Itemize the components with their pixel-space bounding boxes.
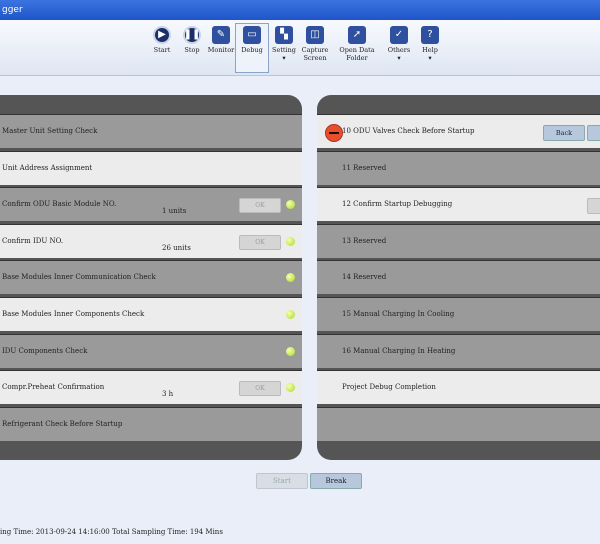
step-label: 13 Reserved xyxy=(342,236,387,245)
step-label: Confirm ODU Basic Module NO. xyxy=(2,200,117,209)
step-label: Confirm IDU NO. xyxy=(2,236,64,245)
toolbar-label: Monitor xyxy=(207,46,235,54)
left-step-row: Base Modules Inner Components Check xyxy=(0,297,302,331)
status-led-icon xyxy=(286,346,295,356)
monitor-doc-icon: ✎ xyxy=(212,26,230,44)
right-step-row: 12 Confirm Startup Debugging xyxy=(317,187,600,222)
left-step-row: Compr.Preheat Confirmation 3 h OK xyxy=(0,370,302,405)
play-icon: ▶ xyxy=(153,26,171,44)
status-led-icon xyxy=(286,310,295,319)
right-step-row: Project Debug Completion xyxy=(317,370,600,405)
right-step-row: 15 Manual Charging In Cooling xyxy=(317,297,600,331)
step-label: 14 Reserved xyxy=(342,273,387,282)
step-label: 12 Confirm Startup Debugging xyxy=(342,200,453,209)
ok-button[interactable]: OK xyxy=(239,198,281,214)
help-icon: ? xyxy=(421,26,439,44)
left-step-row: Confirm ODU Basic Module NO. 1 units OK xyxy=(0,187,302,222)
toolbar-label: Start xyxy=(153,46,171,54)
toolbar-open-data-button[interactable]: ➚ Open Data Folder xyxy=(337,24,377,84)
toolbar-debug-button[interactable]: ▭ Debug xyxy=(235,23,269,73)
step-label: IDU Components Check xyxy=(2,346,88,355)
toolbar-label: Capture Screen xyxy=(301,46,329,62)
capture-icon: ◫ xyxy=(306,26,324,44)
back-button[interactable]: Back xyxy=(543,125,585,141)
right-step-row: 10 ODU Valves Check Before Startup Back xyxy=(317,114,600,148)
window-title: gger xyxy=(2,5,23,15)
left-step-row: Base Modules Inner Communication Check xyxy=(0,260,302,295)
toolbar-label: Help ▾ xyxy=(422,46,438,62)
toolbar-start-button[interactable]: ▶ Start xyxy=(146,24,178,84)
left-step-row: Unit Address Assignment xyxy=(0,150,302,185)
next-button[interactable] xyxy=(587,125,600,141)
ok-button[interactable]: OK xyxy=(239,234,281,250)
settings-icon: ▚ xyxy=(275,26,293,44)
right-step-row: 16 Manual Charging In Heating xyxy=(317,333,600,368)
toolbar-stop-button[interactable]: ❚❚ Stop xyxy=(176,24,208,84)
toolbar-label: Setting ▾ xyxy=(272,46,296,62)
left-step-row: Confirm IDU NO. 26 units OK xyxy=(0,223,302,258)
ok-button[interactable]: OK xyxy=(239,381,281,397)
right-step-row: 13 Reserved xyxy=(317,223,600,258)
toolbar-label: Others ▾ xyxy=(387,46,411,62)
break-button[interactable]: Break xyxy=(310,473,362,489)
right-step-row: 11 Reserved xyxy=(317,150,600,185)
confirm-button[interactable] xyxy=(587,198,600,215)
step-label: 11 Reserved xyxy=(342,163,387,172)
status-led-icon xyxy=(286,273,295,283)
start-button[interactable]: Start xyxy=(256,473,308,489)
window-titlebar: gger xyxy=(0,0,600,20)
toolbar-label: Stop xyxy=(184,46,200,54)
stop-indicator-icon xyxy=(325,124,343,142)
left-debug-panel: Master Unit Setting Check Unit Address As… xyxy=(0,95,302,460)
left-step-row: Refrigerant Check Before Startup xyxy=(0,406,302,441)
status-bar-text: ing Time: 2013-09-24 14:16:00 Total Samp… xyxy=(0,528,223,536)
step-label: Project Debug Completion xyxy=(342,383,436,392)
toolbar-others-button[interactable]: ✓ Others ▾ xyxy=(383,24,415,84)
status-led-icon xyxy=(286,236,295,246)
step-label: 10 ODU Valves Check Before Startup xyxy=(342,127,475,135)
status-led-icon xyxy=(286,200,295,210)
others-icon: ✓ xyxy=(390,26,408,44)
toolbar-monitor-button[interactable]: ✎ Monitor xyxy=(205,24,237,84)
step-label: 16 Manual Charging In Heating xyxy=(342,346,456,355)
left-step-row: Master Unit Setting Check xyxy=(0,114,302,148)
right-step-row: 14 Reserved xyxy=(317,260,600,295)
step-label: Base Modules Inner Components Check xyxy=(2,310,145,318)
pause-icon: ❚❚ xyxy=(183,26,201,44)
step-label: 15 Manual Charging In Cooling xyxy=(342,310,455,318)
toolbar: ▶ Start ❚❚ Stop ✎ Monitor ▭ Debug ▚ Setting ▾ ◫ Cap… xyxy=(0,20,600,76)
left-step-row: IDU Components Check xyxy=(0,333,302,368)
toolbar-help-button[interactable]: ? Help ▾ xyxy=(414,24,446,84)
computer-icon: ▭ xyxy=(243,26,261,44)
step-label: Master Unit Setting Check xyxy=(2,127,98,135)
toolbar-setting-button[interactable]: ▚ Setting ▾ xyxy=(268,24,300,84)
step-label: Base Modules Inner Communication Check xyxy=(2,273,156,282)
step-label: Refrigerant Check Before Startup xyxy=(2,419,123,428)
toolbar-label: Open Data Folder xyxy=(339,46,375,62)
folder-icon: ➚ xyxy=(348,26,366,44)
toolbar-label: Debug xyxy=(241,46,263,54)
right-debug-panel: 10 ODU Valves Check Before Startup Back 11… xyxy=(317,95,600,460)
step-label: Unit Address Assignment xyxy=(2,163,93,172)
right-step-row xyxy=(317,406,600,441)
toolbar-capture-button[interactable]: ◫ Capture Screen xyxy=(299,24,331,84)
step-label: Compr.Preheat Confirmation xyxy=(2,383,105,392)
status-led-icon xyxy=(286,383,295,393)
